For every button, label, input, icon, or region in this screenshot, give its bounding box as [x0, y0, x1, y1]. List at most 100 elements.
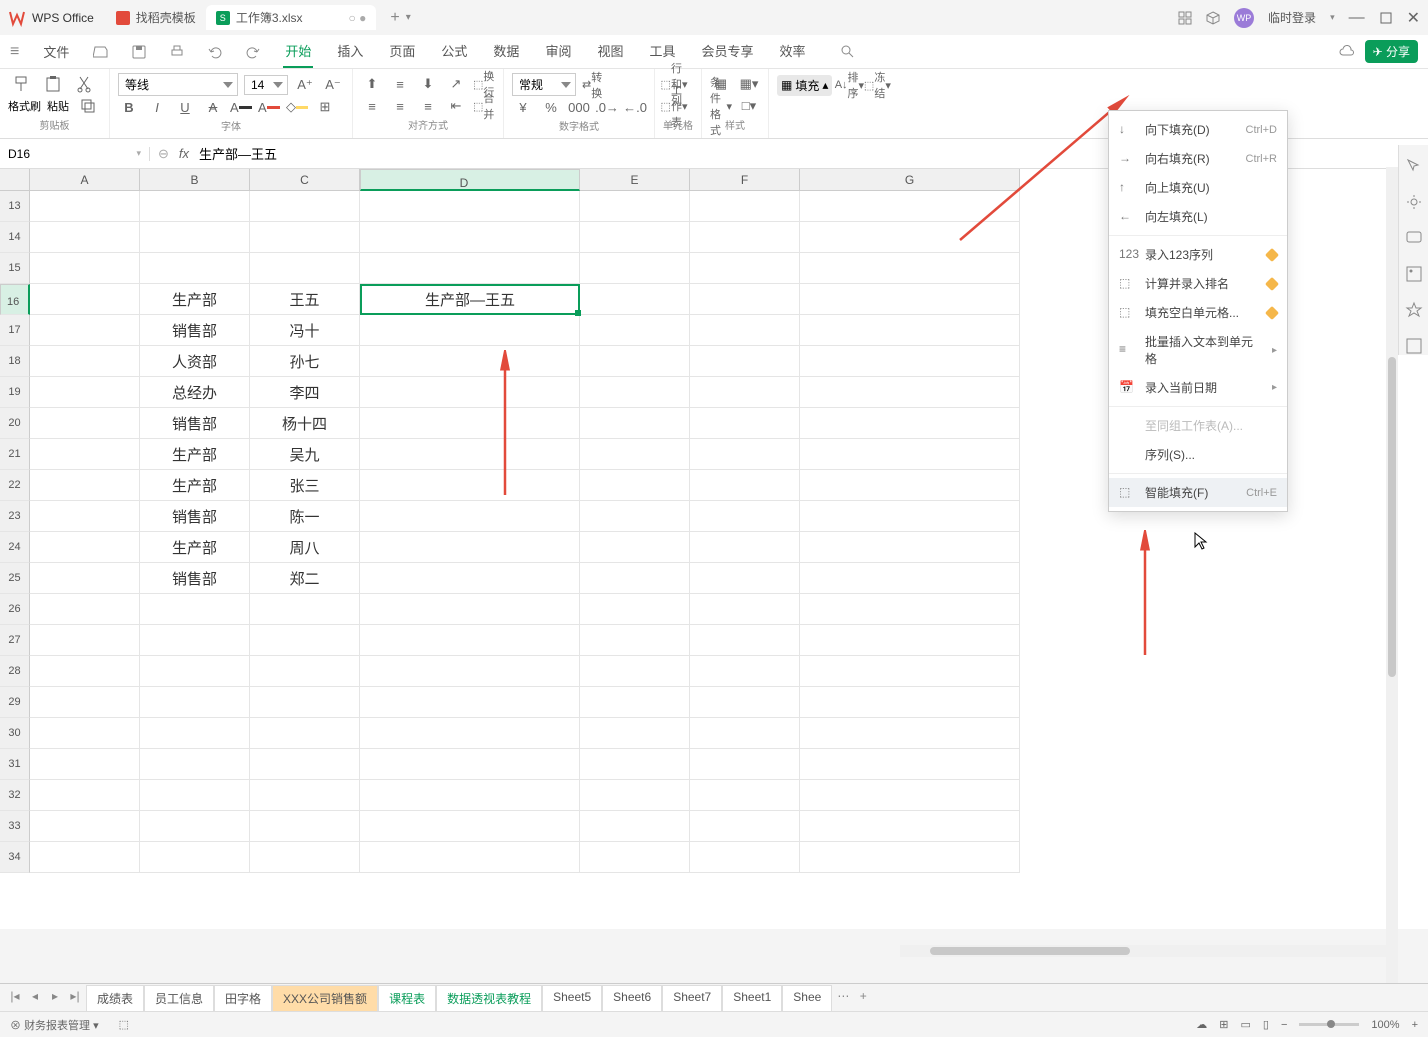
cell[interactable] [360, 439, 580, 470]
row-header-24[interactable]: 24 [0, 532, 30, 563]
redo-icon[interactable] [245, 44, 261, 60]
font-name-select[interactable]: 等线 [118, 73, 238, 96]
cell[interactable] [690, 656, 800, 687]
row-header-17[interactable]: 17 [0, 315, 30, 346]
align-right-button[interactable]: ≡ [417, 95, 439, 117]
cell[interactable] [800, 470, 1020, 501]
cell[interactable] [360, 532, 580, 563]
formula-input[interactable]: 生产部—王五 [199, 144, 277, 163]
cell[interactable] [580, 656, 690, 687]
cell[interactable] [800, 315, 1020, 346]
cell[interactable] [690, 594, 800, 625]
titletab-template[interactable]: 找稻壳模板 [106, 5, 206, 30]
cell-D16[interactable]: 生产部—王五 [360, 284, 580, 315]
cell[interactable] [580, 191, 690, 222]
add-sheet-button[interactable]: + [854, 989, 872, 1007]
cell-C25[interactable]: 郑二 [250, 563, 360, 594]
sheet-tab[interactable]: 课程表 [378, 985, 436, 1011]
cell-C22[interactable]: 张三 [250, 470, 360, 501]
tab-opts-icon[interactable]: ○ ● [349, 11, 367, 25]
cell[interactable] [690, 346, 800, 377]
cell[interactable] [30, 253, 140, 284]
cell[interactable] [140, 253, 250, 284]
cell[interactable] [800, 222, 1020, 253]
open-icon[interactable] [93, 44, 109, 60]
cell-C19[interactable]: 李四 [250, 377, 360, 408]
cell[interactable] [250, 780, 360, 811]
row-header-18[interactable]: 18 [0, 346, 30, 377]
cell[interactable] [140, 625, 250, 656]
row-header-34[interactable]: 34 [0, 842, 30, 873]
row-header-33[interactable]: 33 [0, 811, 30, 842]
avatar[interactable]: WP [1234, 8, 1254, 28]
cell[interactable] [800, 253, 1020, 284]
cell[interactable] [30, 811, 140, 842]
cell[interactable] [690, 284, 800, 315]
cell[interactable] [250, 718, 360, 749]
fill-menu-item[interactable]: ≡批量插入文本到单元格▸ [1109, 327, 1287, 373]
cell[interactable] [30, 842, 140, 873]
cell[interactable] [30, 656, 140, 687]
fill-menu-item[interactable]: 123录入123序列 [1109, 240, 1287, 269]
cell[interactable] [360, 594, 580, 625]
align-center-button[interactable]: ≡ [389, 95, 411, 117]
row-header-20[interactable]: 20 [0, 408, 30, 439]
login-dropdown-icon[interactable]: ▾ [1330, 12, 1335, 23]
cell[interactable] [30, 625, 140, 656]
sort-button[interactable]: A↓ 排序 ▾ [838, 74, 860, 96]
cell-B25[interactable]: 销售部 [140, 563, 250, 594]
cell[interactable] [360, 563, 580, 594]
ai-icon[interactable] [1405, 301, 1423, 319]
first-sheet-button[interactable]: |◂ [6, 989, 24, 1007]
row-header-19[interactable]: 19 [0, 377, 30, 408]
sheet-tab[interactable]: Shee [782, 985, 832, 1011]
sheet-tab[interactable]: 员工信息 [144, 985, 214, 1011]
col-header-E[interactable]: E [580, 169, 690, 191]
fill-menu-item[interactable]: ⬚智能填充(F)Ctrl+E [1109, 478, 1287, 507]
cell[interactable] [140, 749, 250, 780]
cell[interactable] [30, 408, 140, 439]
select-all-corner[interactable] [0, 169, 30, 191]
cell[interactable] [800, 780, 1020, 811]
cell[interactable] [250, 842, 360, 873]
cell[interactable] [30, 532, 140, 563]
cell[interactable] [690, 315, 800, 346]
cell[interactable] [690, 625, 800, 656]
merge-button[interactable]: ⬚ 合并 [473, 95, 495, 117]
fill-menu-item[interactable]: →向右填充(R)Ctrl+R [1109, 144, 1287, 173]
row-header-13[interactable]: 13 [0, 191, 30, 222]
tab-menu-icon[interactable]: ▾ [406, 12, 411, 23]
cond-format-button[interactable]: 条件格式 ▾ [710, 95, 732, 117]
cell[interactable] [690, 563, 800, 594]
row-header-31[interactable]: 31 [0, 749, 30, 780]
undo-icon[interactable] [207, 44, 223, 60]
cell[interactable] [800, 377, 1020, 408]
hamburger-icon[interactable]: ≡ [10, 43, 19, 61]
sheet-tab[interactable]: Sheet7 [662, 985, 722, 1011]
fill-color-button[interactable]: ◇ [286, 96, 308, 118]
cell[interactable] [30, 439, 140, 470]
more-sheets-button[interactable]: ⋯ [834, 989, 852, 1007]
cell[interactable] [690, 222, 800, 253]
cell[interactable] [580, 253, 690, 284]
login-text[interactable]: 临时登录 [1268, 9, 1316, 26]
cell-C24[interactable]: 周八 [250, 532, 360, 563]
scroll-thumb[interactable] [1388, 357, 1396, 677]
cell[interactable] [30, 563, 140, 594]
row-header-28[interactable]: 28 [0, 656, 30, 687]
format-painter-button[interactable] [8, 73, 34, 95]
row-header-30[interactable]: 30 [0, 718, 30, 749]
row-header-15[interactable]: 15 [0, 253, 30, 284]
menu-数据[interactable]: 数据 [491, 35, 521, 68]
vertical-scrollbar[interactable] [1386, 167, 1398, 983]
strike-button[interactable]: A [202, 96, 224, 118]
cell[interactable] [580, 811, 690, 842]
cell[interactable] [250, 594, 360, 625]
cell[interactable] [690, 749, 800, 780]
view-page-icon[interactable]: ▭ [1241, 1018, 1251, 1031]
gallery-icon[interactable] [1405, 265, 1423, 283]
cell[interactable] [360, 811, 580, 842]
dec-dec-button[interactable]: ←.0 [624, 96, 646, 118]
cell[interactable] [580, 625, 690, 656]
cell[interactable] [580, 718, 690, 749]
